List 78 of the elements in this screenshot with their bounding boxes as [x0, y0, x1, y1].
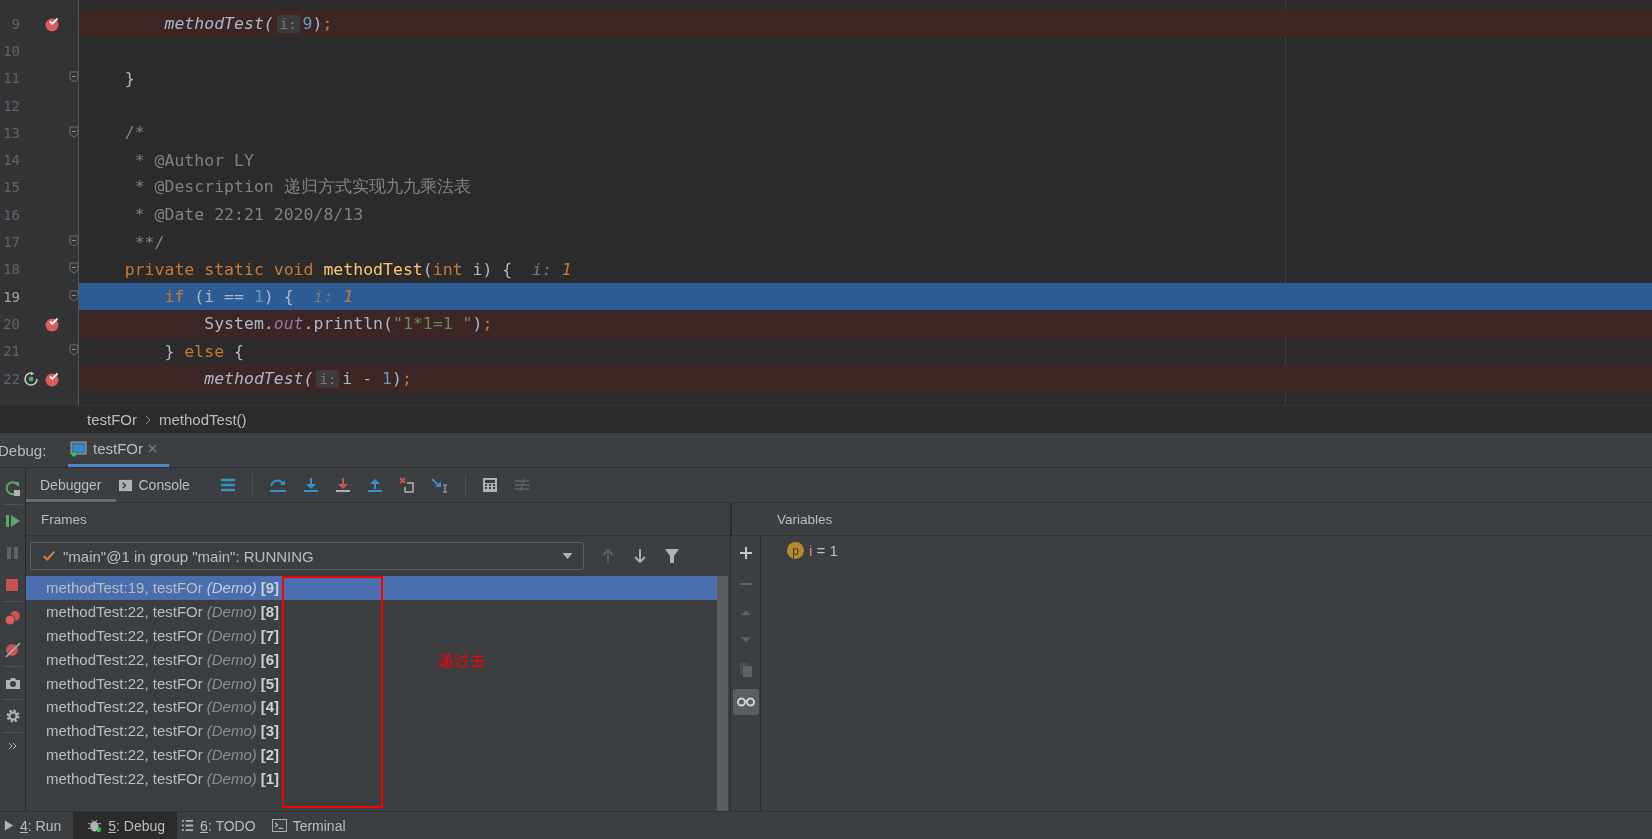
parameter-badge: p: [787, 542, 804, 559]
chevron-icon: [145, 414, 151, 425]
fold-icon[interactable]: [69, 71, 79, 84]
stack-frame[interactable]: methodTest:22, testFOr (Demo) [5]: [46, 674, 280, 692]
code-line: * @Date 22:21 2020/8/13: [133, 205, 364, 225]
more-icon[interactable]: [6, 741, 19, 751]
terminal-icon: [271, 819, 287, 832]
code-line: System.out.println("1*1=1 ");: [203, 314, 493, 334]
mute-breakpoints-icon[interactable]: [4, 642, 21, 658]
breadcrumb-item[interactable]: testFOr: [87, 411, 137, 428]
debugger-tab[interactable]: Console: [115, 468, 204, 502]
fold-icon[interactable]: [69, 235, 79, 247]
step-into-icon[interactable]: [302, 477, 319, 493]
arrow-down-icon[interactable]: [632, 548, 648, 564]
breakpoints-icon[interactable]: [4, 610, 21, 626]
code-line: methodTest( i: i - 1);: [203, 369, 412, 388]
debugger-tab[interactable]: Debugger: [26, 468, 116, 502]
force-step-into-icon[interactable]: [334, 477, 351, 493]
menu-icon[interactable]: [219, 477, 236, 493]
step-over-icon[interactable]: [268, 477, 287, 493]
console-icon: [117, 477, 133, 493]
stack-frame[interactable]: methodTest:22, testFOr (Demo) [7]: [46, 627, 280, 644]
panel-title: Frames: [41, 511, 87, 527]
code-line: /*: [123, 123, 145, 143]
close-icon[interactable]: [148, 444, 157, 453]
stack-frame[interactable]: methodTest:22, testFOr (Demo) [3]: [46, 722, 280, 740]
bug-icon: [87, 818, 103, 833]
code-line: * @Description 递归方式实现九九乘法表: [133, 176, 471, 199]
tool-window-button[interactable]: Terminal: [267, 812, 358, 839]
fold-icon[interactable]: [69, 289, 79, 302]
list-icon: [181, 819, 195, 832]
breakpoint-icon[interactable]: [43, 315, 60, 332]
calculator-icon[interactable]: [481, 477, 498, 493]
rerun-icon[interactable]: [4, 480, 21, 496]
stack-frame[interactable]: methodTest:22, testFOr (Demo) [6]: [46, 650, 280, 668]
fold-icon[interactable]: [69, 344, 79, 357]
line-number: 19: [2, 288, 20, 305]
fold-icon[interactable]: [69, 262, 79, 275]
window-icon: [70, 440, 88, 457]
fold-icon[interactable]: [69, 125, 79, 138]
caret-icon: [562, 553, 573, 559]
camera-icon[interactable]: [4, 675, 21, 691]
settings-icon[interactable]: [4, 708, 21, 724]
stop-icon[interactable]: [4, 577, 21, 593]
resume-icon[interactable]: [4, 513, 21, 529]
code-line: if (i == 1) { i: 1: [163, 287, 354, 307]
glasses-icon: [736, 697, 755, 707]
plus-icon[interactable]: [738, 546, 753, 560]
code-line: methodTest( i: 9);: [163, 14, 333, 34]
annotation-text: 递过去: [438, 651, 486, 672]
scrollbar[interactable]: [717, 576, 728, 811]
stack-frame[interactable]: methodTest:22, testFOr (Demo) [8]: [46, 603, 280, 621]
stack-frame[interactable]: methodTest:22, testFOr (Demo) [1]: [46, 769, 280, 787]
tool-window-button[interactable]: 4: Run: [0, 812, 74, 839]
variable-entry[interactable]: i = 1: [809, 542, 838, 559]
breakpoint-icon[interactable]: [43, 370, 60, 387]
thread-dropdown[interactable]: "main"@1 in group "main": RUNNING: [30, 542, 584, 570]
panel-title: Variables: [777, 511, 833, 527]
code-line: }: [123, 68, 135, 88]
watches-toggle[interactable]: [732, 689, 759, 715]
breakpoint-icon[interactable]: [43, 15, 60, 32]
tool-window-button[interactable]: 6: TODO: [177, 812, 268, 839]
stack-frame[interactable]: methodTest:22, testFOr (Demo) [2]: [46, 745, 280, 763]
filter-icon[interactable]: [664, 548, 680, 564]
drop-frame-icon[interactable]: [398, 477, 415, 493]
tool-window-button[interactable]: 5: Debug: [73, 812, 178, 839]
code-line: * @Author LY: [133, 150, 254, 170]
check-icon: [41, 549, 57, 563]
run-to-cursor-icon[interactable]: [430, 477, 449, 493]
play-icon: [4, 819, 14, 832]
breadcrumb-item[interactable]: methodTest(): [159, 411, 247, 428]
reset-frame-icon[interactable]: [22, 370, 39, 387]
debug-label: Debug:: [0, 441, 48, 459]
code-line: **/: [133, 232, 165, 252]
step-out-icon[interactable]: [366, 477, 383, 493]
stack-frame[interactable]: methodTest:22, testFOr (Demo) [4]: [46, 698, 280, 716]
code-line: } else {: [163, 341, 244, 361]
code-line: private static void methodTest(int i) { i: 1: [123, 259, 572, 279]
